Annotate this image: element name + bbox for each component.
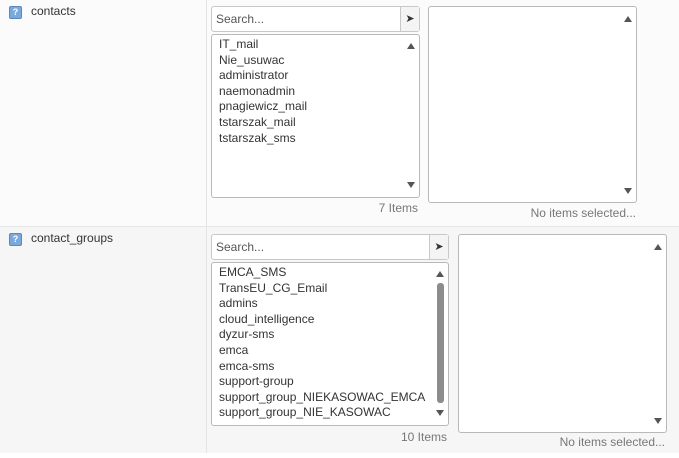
contacts-row: ? contacts ➤ IT_mail Nie_usuwac administ… bbox=[0, 0, 679, 226]
contacts-available-count: 7 Items bbox=[378, 201, 418, 215]
scroll-up-icon[interactable] bbox=[624, 16, 632, 22]
contacts-search-input[interactable] bbox=[212, 7, 401, 31]
scrollbar-thumb[interactable] bbox=[437, 283, 444, 403]
arrow-right-icon[interactable]: ➤ bbox=[429, 235, 448, 259]
scroll-up-icon[interactable] bbox=[654, 244, 662, 250]
contacts-available-list[interactable]: IT_mail Nie_usuwac administrator naemona… bbox=[211, 34, 420, 198]
scroll-down-icon[interactable] bbox=[624, 188, 632, 194]
list-item[interactable]: naemonadmin bbox=[219, 84, 307, 100]
list-item[interactable]: dyzur-sms bbox=[219, 327, 425, 343]
contact-groups-search-input[interactable] bbox=[212, 235, 430, 259]
contact-groups-row: ? contact_groups ➤ EMCA_SMS TransEU_CG_E… bbox=[0, 226, 679, 453]
contact-groups-available-list[interactable]: EMCA_SMS TransEU_CG_Email admins cloud_i… bbox=[211, 262, 449, 426]
scroll-down-icon[interactable] bbox=[654, 418, 662, 424]
list-item[interactable]: IT_mail bbox=[219, 37, 307, 53]
contacts-selected-count: No items selected... bbox=[530, 206, 636, 220]
contacts-label-cell: ? contacts bbox=[0, 0, 206, 226]
list-item[interactable]: pnagiewicz_mail bbox=[219, 99, 307, 115]
contacts-label: contacts bbox=[31, 4, 76, 18]
column-divider bbox=[206, 0, 207, 226]
contact-groups-available-count: 10 Items bbox=[400, 430, 447, 444]
contact-groups-search-box: ➤ bbox=[211, 234, 449, 260]
list-item[interactable]: admins bbox=[219, 296, 425, 312]
question-mark-icon[interactable]: ? bbox=[9, 6, 22, 19]
list-item[interactable]: support_group_NIE_KASOWAC bbox=[219, 405, 425, 421]
list-item[interactable]: Nie_usuwac bbox=[219, 53, 307, 69]
list-item[interactable]: cloud_intelligence bbox=[219, 312, 425, 328]
list-item[interactable]: administrator bbox=[219, 68, 307, 84]
list-item[interactable]: EMCA_SMS bbox=[219, 265, 425, 281]
column-divider bbox=[206, 227, 207, 453]
contact-groups-label: contact_groups bbox=[31, 231, 114, 245]
contacts-selected-list[interactable] bbox=[428, 6, 637, 203]
question-mark-icon[interactable]: ? bbox=[9, 233, 22, 246]
contact-groups-selected-count: No items selected... bbox=[559, 435, 665, 449]
list-item[interactable]: emca bbox=[219, 343, 425, 359]
list-item[interactable]: support-group bbox=[219, 374, 425, 390]
list-item[interactable]: support_group_NIEKASOWAC_EMCA bbox=[219, 390, 425, 406]
list-item[interactable]: TransEU_CG_Email bbox=[219, 281, 425, 297]
scroll-up-icon[interactable] bbox=[407, 43, 415, 49]
list-item[interactable]: tstarszak_mail bbox=[219, 115, 307, 131]
contact-groups-selected-list[interactable] bbox=[458, 234, 667, 433]
scroll-down-icon[interactable] bbox=[407, 182, 415, 188]
scroll-up-icon[interactable] bbox=[436, 271, 444, 277]
contacts-search-box: ➤ bbox=[211, 6, 420, 32]
contact-groups-label-cell: ? contact_groups bbox=[0, 227, 206, 453]
arrow-right-icon[interactable]: ➤ bbox=[400, 7, 419, 31]
scroll-down-icon[interactable] bbox=[436, 410, 444, 416]
list-item[interactable]: tstarszak_sms bbox=[219, 131, 307, 147]
list-item[interactable]: emca-sms bbox=[219, 359, 425, 375]
